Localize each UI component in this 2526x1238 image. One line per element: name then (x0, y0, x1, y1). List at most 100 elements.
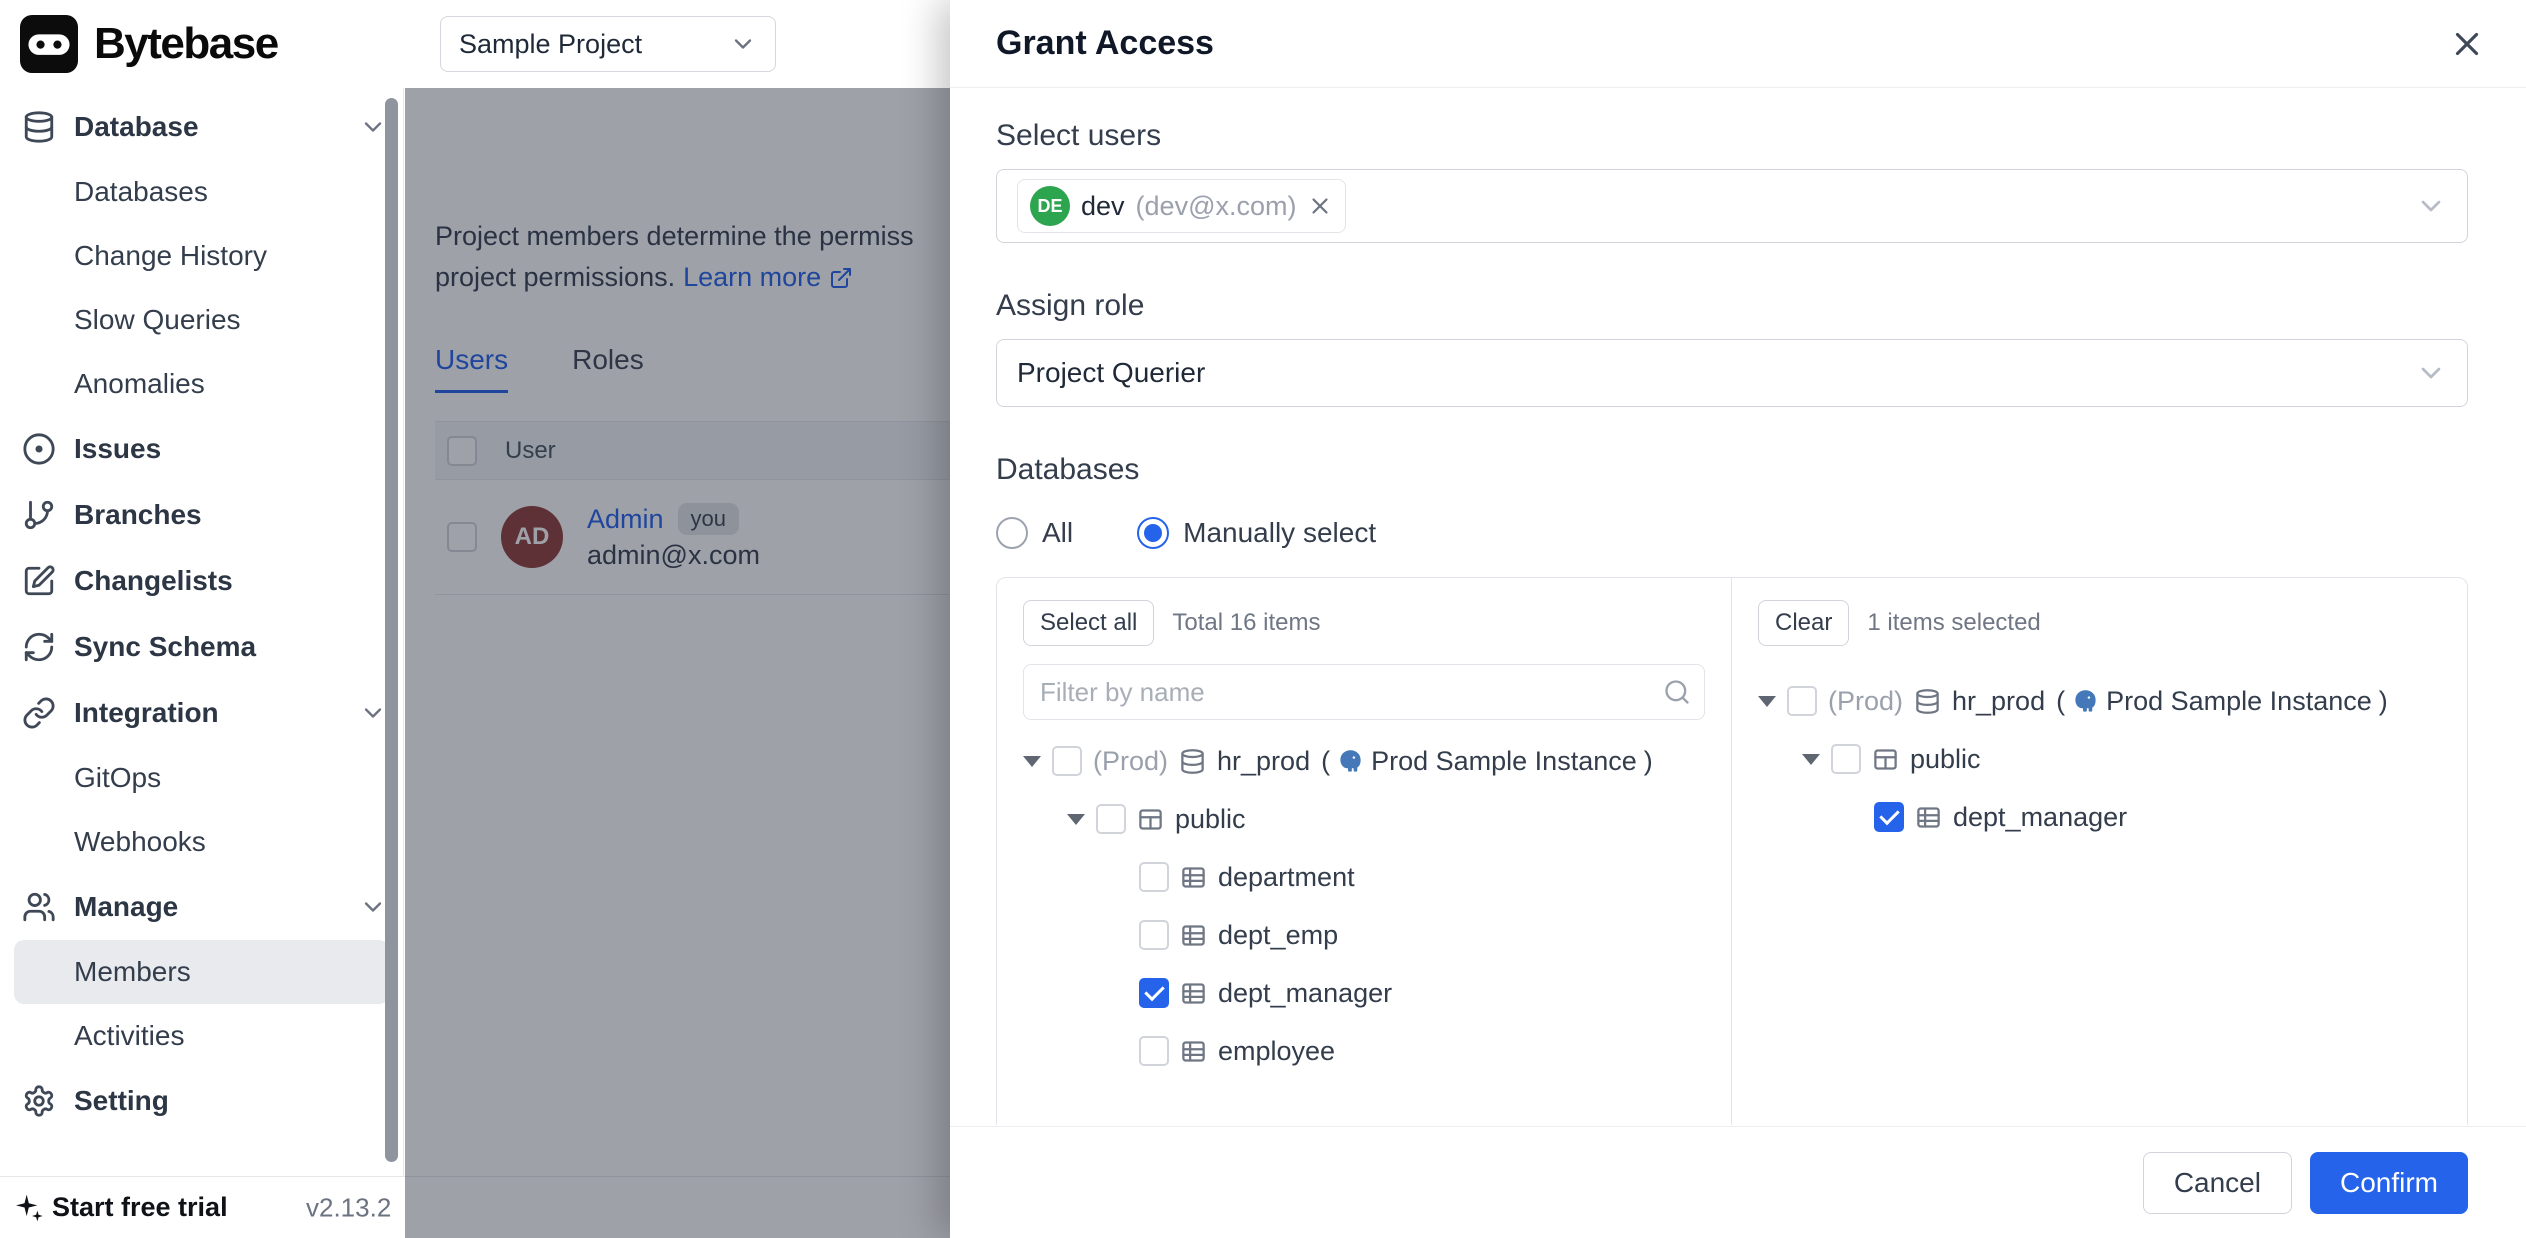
cancel-button[interactable]: Cancel (2143, 1152, 2292, 1214)
user-select-input[interactable]: DE dev (dev@x.com) (996, 169, 2468, 243)
assign-role-label: Assign role (996, 289, 2468, 323)
sidebar-item-integration[interactable]: Integration (0, 680, 403, 746)
sidebar: Database Databases Change History Slow Q… (0, 88, 404, 1176)
expand-arrow-icon[interactable] (1023, 756, 1041, 767)
table-icon (1915, 804, 1942, 831)
sidebar-item-setting[interactable]: Setting (0, 1068, 403, 1134)
total-items-label: Total 16 items (1172, 609, 1320, 637)
database-icon (1914, 688, 1941, 715)
checkbox[interactable] (1139, 862, 1169, 892)
schema-icon (1872, 746, 1899, 773)
chevron-down-icon (2415, 190, 2447, 222)
schema-name: public (1175, 804, 1246, 835)
start-free-trial-button[interactable]: Start free trial (12, 1192, 228, 1224)
dialog-title: Grant Access (996, 24, 1214, 63)
schema-name: public (1910, 744, 1981, 775)
gear-icon (22, 1084, 56, 1118)
sidebar-item-database[interactable]: Database (0, 94, 403, 160)
postgres-icon (1337, 748, 1364, 775)
sidebar-item-issues[interactable]: Issues (0, 416, 403, 482)
tree-node-public[interactable]: public (1023, 790, 1705, 848)
checkbox[interactable] (1139, 920, 1169, 950)
changelist-icon (22, 564, 56, 598)
sidebar-item-label: Webhooks (74, 826, 206, 858)
checkbox[interactable] (1787, 686, 1817, 716)
database-name: hr_prod (1952, 686, 2045, 717)
sidebar-item-sync-schema[interactable]: Sync Schema (0, 614, 403, 680)
checkbox[interactable] (1831, 744, 1861, 774)
project-selector[interactable]: Sample Project (440, 16, 776, 72)
dialog-header: Grant Access (950, 0, 2526, 88)
databases-scope-radios: All Manually select (996, 517, 2468, 549)
trial-label: Start free trial (52, 1192, 228, 1223)
sidebar-item-members[interactable]: Members (14, 940, 389, 1004)
tree-node-hr-prod[interactable]: (Prod) hr_prod (Prod Sample Instance) (1023, 732, 1705, 790)
sidebar-item-activities[interactable]: Activities (0, 1004, 403, 1068)
instance-label: (Prod Sample Instance) (2056, 686, 2388, 717)
tree-node-employee[interactable]: employee (1023, 1022, 1705, 1080)
database-transfer-panel: Select all Total 16 items (Prod) hr_prod… (996, 577, 2468, 1125)
brand-name: Bytebase (94, 19, 278, 69)
sidebar-scrollbar[interactable] (385, 98, 398, 1162)
table-icon (1180, 922, 1207, 949)
table-icon (1180, 864, 1207, 891)
checkbox[interactable] (1139, 1036, 1169, 1066)
checkbox[interactable] (1052, 746, 1082, 776)
sidebar-item-label: Manage (74, 891, 178, 923)
table-name: dept_emp (1218, 920, 1338, 951)
filter-input[interactable] (1023, 664, 1705, 720)
tree-node-dept-manager[interactable]: dept_manager (1023, 964, 1705, 1022)
sidebar-item-label: Issues (74, 433, 161, 465)
modal-overlay[interactable] (405, 88, 950, 1238)
table-icon (1180, 1038, 1207, 1065)
sidebar-item-databases[interactable]: Databases (0, 160, 403, 224)
sidebar-item-webhooks[interactable]: Webhooks (0, 810, 403, 874)
sidebar-item-slow-queries[interactable]: Slow Queries (0, 288, 403, 352)
sidebar-item-label: Setting (74, 1085, 169, 1117)
radio-all[interactable]: All (996, 517, 1073, 549)
chevron-down-icon (359, 113, 387, 141)
radio-label: Manually select (1183, 517, 1376, 549)
sidebar-item-label: Anomalies (74, 368, 205, 400)
chip-user-name: dev (1081, 191, 1125, 222)
selected-panel: Clear 1 items selected (Prod) hr_prod (P… (1732, 578, 2467, 1125)
source-tree: (Prod) hr_prod (Prod Sample Instance) pu… (1023, 732, 1705, 1080)
database-name: hr_prod (1217, 746, 1310, 777)
confirm-button[interactable]: Confirm (2310, 1152, 2468, 1214)
selected-node-public[interactable]: public (1758, 730, 2441, 788)
checkbox[interactable] (1096, 804, 1126, 834)
radio-manually-select[interactable]: Manually select (1137, 517, 1376, 549)
expand-arrow-icon[interactable] (1802, 754, 1820, 765)
expand-arrow-icon[interactable] (1758, 696, 1776, 707)
chevron-down-icon (359, 699, 387, 727)
environment-label: (Prod) (1093, 746, 1168, 777)
close-icon[interactable] (2444, 21, 2490, 67)
select-all-button[interactable]: Select all (1023, 600, 1154, 646)
sidebar-item-manage[interactable]: Manage (0, 874, 403, 940)
clear-button[interactable]: Clear (1758, 600, 1849, 646)
table-name: department (1218, 862, 1355, 893)
chevron-down-icon (2415, 357, 2447, 389)
expand-arrow-icon[interactable] (1067, 814, 1085, 825)
radio-button[interactable] (1137, 517, 1169, 549)
radio-button[interactable] (996, 517, 1028, 549)
selected-node-hr-prod[interactable]: (Prod) hr_prod (Prod Sample Instance) (1758, 672, 2441, 730)
selected-node-dept-manager[interactable]: dept_manager (1758, 788, 2441, 846)
sidebar-item-anomalies[interactable]: Anomalies (0, 352, 403, 416)
selected-tree: (Prod) hr_prod (Prod Sample Instance) pu… (1758, 672, 2441, 846)
sidebar-item-changelists[interactable]: Changelists (0, 548, 403, 614)
sidebar-item-branches[interactable]: Branches (0, 482, 403, 548)
sidebar-item-gitops[interactable]: GitOps (0, 746, 403, 810)
role-select[interactable]: Project Querier (996, 339, 2468, 407)
checkbox[interactable] (1139, 978, 1169, 1008)
tree-node-department[interactable]: department (1023, 848, 1705, 906)
sidebar-item-label: Changelists (74, 565, 233, 597)
table-name: dept_manager (1953, 802, 2127, 833)
tree-node-dept-emp[interactable]: dept_emp (1023, 906, 1705, 964)
filter-search (1023, 664, 1705, 720)
sidebar-item-change-history[interactable]: Change History (0, 224, 403, 288)
remove-chip-icon[interactable] (1307, 193, 1333, 219)
sync-icon (22, 630, 56, 664)
checkbox[interactable] (1874, 802, 1904, 832)
dialog-body: Select users DE dev (dev@x.com) Assign r… (950, 89, 2526, 1125)
